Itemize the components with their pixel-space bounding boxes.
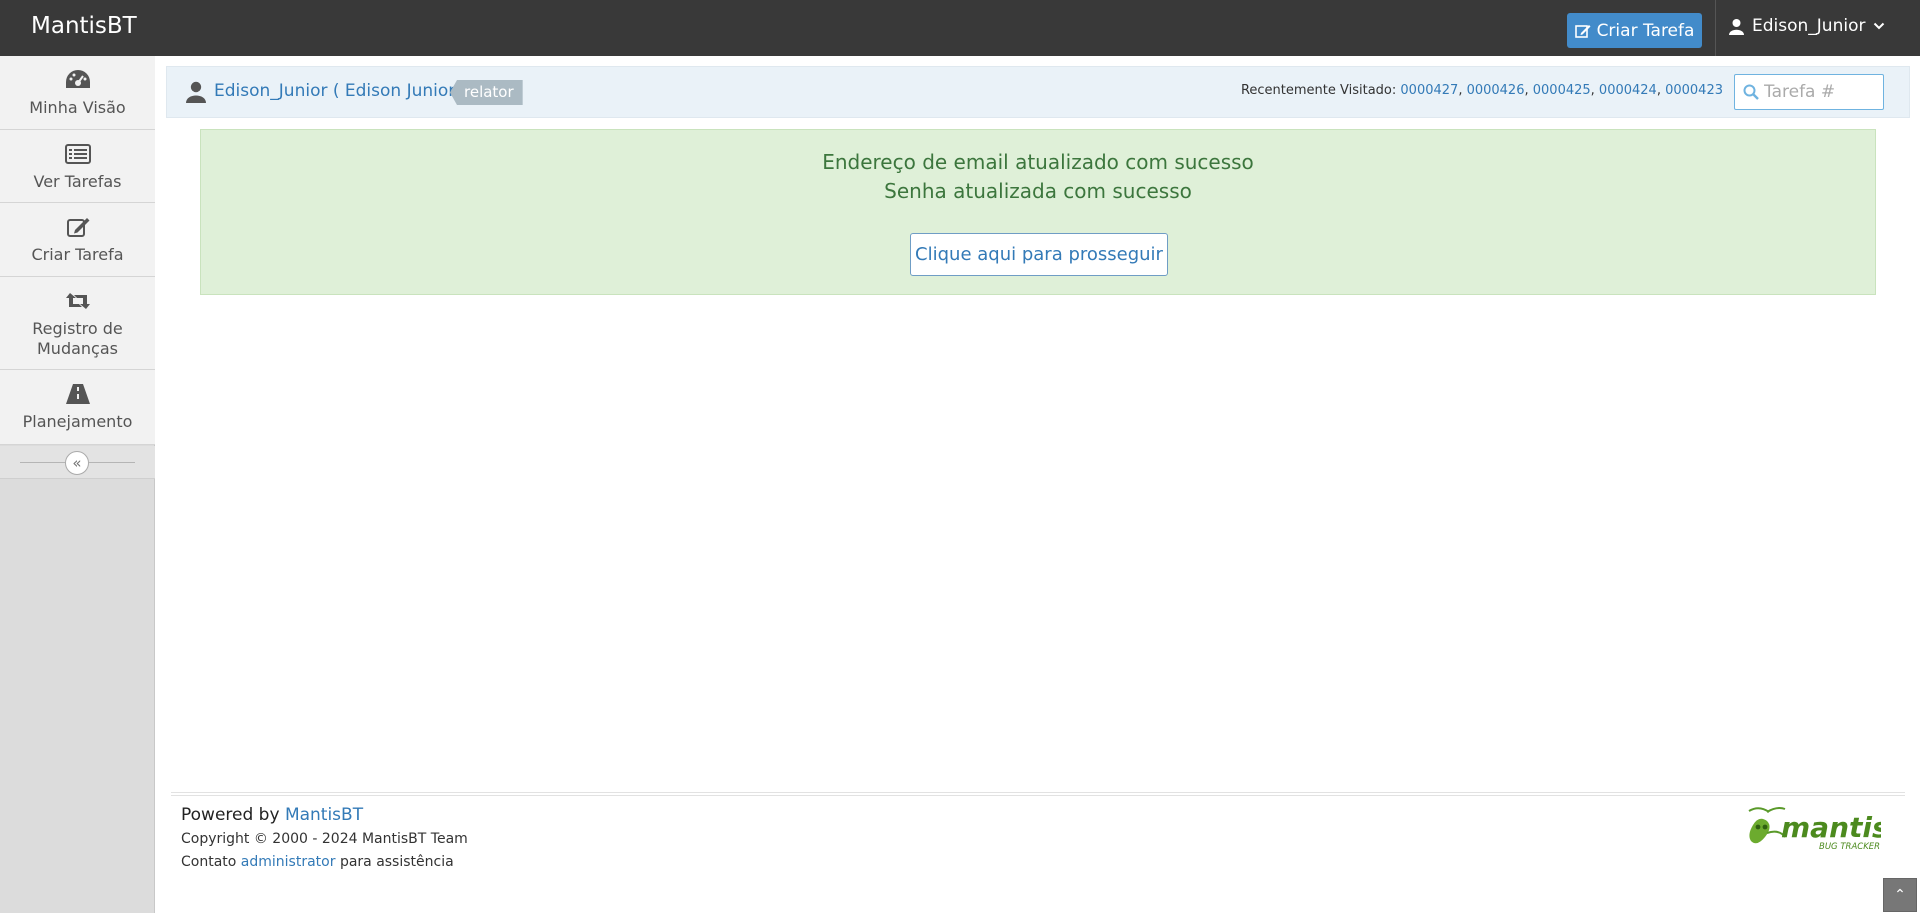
mantisbt-link[interactable]: MantisBT	[285, 805, 363, 825]
sidebar: Minha Visão Ver Tarefas Criar Tarefa Reg…	[0, 56, 155, 913]
breadcrumb: Edison_Junior ( Edison Junior ) relator …	[166, 66, 1910, 118]
collapse-divider	[20, 462, 65, 463]
sidebar-item-my-view[interactable]: Minha Visão	[0, 56, 155, 130]
brand-logo[interactable]: MantisBT	[31, 13, 137, 39]
edit-icon	[66, 218, 89, 237]
edit-icon	[1574, 24, 1591, 38]
user-menu-label: Edison_Junior	[1752, 16, 1866, 36]
collapse-divider	[89, 462, 135, 463]
navbar-divider	[1715, 0, 1716, 56]
recent-issue-link[interactable]: 0000427	[1400, 83, 1458, 98]
sidebar-item-view-issues[interactable]: Ver Tarefas	[0, 130, 155, 203]
sidebar-item-label: Planejamento	[22, 412, 133, 431]
create-issue-button[interactable]: Criar Tarefa	[1567, 13, 1702, 48]
email-updated-message: Endereço de email atualizado com sucesso	[822, 150, 1254, 174]
sidebar-item-changelog[interactable]: Registro de Mudanças	[0, 277, 155, 370]
retweet-icon	[65, 293, 90, 309]
recent-issue-link[interactable]: 0000425	[1533, 83, 1591, 98]
logo-wordmark: mantis	[1781, 811, 1881, 844]
recently-visited-label: Recentemente Visitado:	[1240, 83, 1397, 98]
logo-tagline: BUG TRACKER	[1819, 842, 1880, 852]
search-icon	[1743, 84, 1759, 100]
sidebar-item-label: Registro de Mudanças	[32, 319, 123, 358]
recent-issue-link[interactable]: 0000423	[1665, 83, 1723, 98]
mantis-logo[interactable]: mantis BUG TRACKER	[1745, 803, 1881, 853]
issue-search	[1734, 74, 1884, 110]
dashboard-icon	[65, 70, 90, 88]
user-icon	[1729, 18, 1744, 35]
create-issue-label: Criar Tarefa	[1596, 20, 1695, 41]
powered-by-label: Powered by	[181, 805, 280, 825]
footer-powered-by: Powered by MantisBT	[181, 805, 363, 825]
road-icon	[65, 384, 90, 404]
footer-copyright: Copyright © 2000 - 2024 MantisBT Team	[181, 831, 468, 847]
issue-search-input[interactable]	[1764, 80, 1880, 104]
sidebar-item-roadmap[interactable]: Planejamento	[0, 370, 155, 445]
sidebar-item-label: Ver Tarefas	[33, 172, 122, 191]
sidebar-item-label: Minha Visão	[29, 98, 126, 117]
double-chevron-left-icon: «	[72, 454, 82, 472]
proceed-button[interactable]: Clique aqui para prosseguir	[910, 233, 1168, 276]
list-icon	[64, 144, 91, 164]
user-icon	[186, 81, 206, 103]
breadcrumb-user-link[interactable]: Edison_Junior ( Edison Junior )	[214, 81, 467, 101]
recent-issue-link[interactable]: 0000424	[1599, 83, 1657, 98]
access-level-badge: relator	[450, 80, 523, 105]
sidebar-collapse-button[interactable]: «	[65, 451, 89, 475]
recent-issue-link[interactable]: 0000426	[1467, 83, 1525, 98]
footer-divider	[171, 792, 1905, 796]
double-chevron-up-icon: ⌃	[1894, 887, 1906, 903]
sidebar-item-report-issue[interactable]: Criar Tarefa	[0, 203, 155, 277]
contact-suffix: para assistência	[339, 854, 454, 870]
password-updated-message: Senha atualizada com sucesso	[884, 179, 1192, 203]
chevron-down-icon	[1874, 22, 1885, 30]
success-alert: Endereço de email atualizado com sucesso…	[200, 129, 1876, 295]
administrator-link[interactable]: administrator	[241, 854, 336, 870]
scroll-to-top-button[interactable]: ⌃	[1883, 878, 1917, 912]
top-navbar: MantisBT Criar Tarefa Edison_Junior	[0, 0, 1920, 56]
sidebar-collapse-bar: «	[0, 446, 155, 479]
user-menu-toggle[interactable]: Edison_Junior	[1729, 16, 1885, 36]
contact-prefix: Contato	[181, 854, 237, 870]
footer-contact: Contato administrator para assistência	[181, 854, 454, 870]
recently-visited: Recentemente Visitado: 0000427, 0000426,…	[1240, 83, 1723, 98]
sidebar-item-label: Criar Tarefa	[31, 245, 124, 264]
